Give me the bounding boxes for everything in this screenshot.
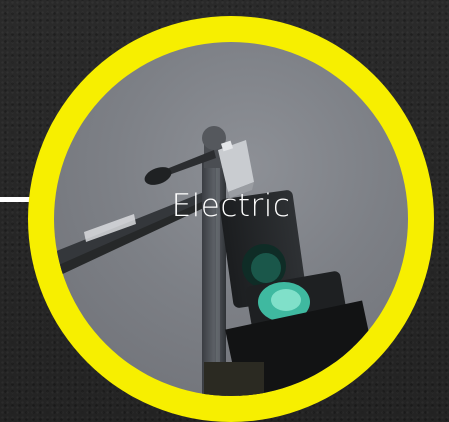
badge-label[interactable]: Electric — [54, 191, 408, 222]
connector-line — [0, 197, 30, 202]
